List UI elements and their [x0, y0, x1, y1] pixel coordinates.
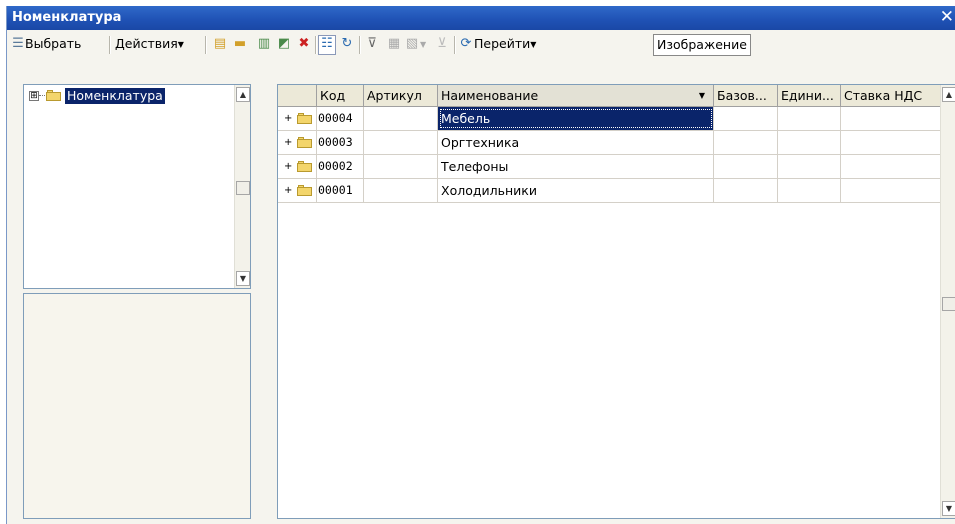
toolbar-separator: [315, 36, 317, 54]
title-bar: Номенклатура ✕: [7, 6, 955, 30]
cell-base-unit[interactable]: [714, 131, 778, 154]
scroll-down-icon[interactable]: ▼: [942, 501, 955, 516]
expand-icon[interactable]: ⊞: [29, 91, 39, 101]
row-marker-cell: [278, 155, 317, 178]
tree-connector: [39, 95, 45, 96]
goto-icon[interactable]: ⟳: [459, 37, 473, 51]
add-icon[interactable]: ▤: [213, 37, 227, 51]
actions-menu[interactable]: Действия▼: [115, 35, 184, 53]
cell-unit[interactable]: [778, 155, 841, 178]
items-table: Код Артикул Наименование ▼ Базов... Едини…: [277, 84, 955, 519]
window-title: Номенклатура: [12, 10, 122, 25]
scroll-thumb[interactable]: [942, 297, 955, 311]
cell-vat-rate[interactable]: [841, 131, 941, 154]
cell-article[interactable]: [364, 179, 438, 202]
cell-name[interactable]: Телефоны: [438, 155, 714, 178]
dropdown-arrow: ▼: [177, 40, 184, 49]
group-tree: ⊞ Номенклатура ▲ ▼: [23, 84, 251, 289]
close-icon[interactable]: ✕: [940, 7, 954, 27]
column-header-vat-rate[interactable]: Ставка НДС: [841, 85, 941, 106]
cell-article[interactable]: [364, 107, 438, 130]
header-marker: [278, 85, 317, 106]
row-marker-cell: [278, 179, 317, 202]
scroll-thumb[interactable]: [236, 181, 250, 195]
select-icon[interactable]: ☰: [11, 37, 25, 51]
hierarchy-icon[interactable]: ◩: [277, 37, 291, 51]
table-row[interactable]: + 00003 Оргтехника: [278, 131, 941, 155]
cell-vat-rate[interactable]: [841, 179, 941, 202]
cell-article[interactable]: [364, 155, 438, 178]
actions-label: Действия: [115, 36, 178, 51]
toolbar-separator: [359, 36, 361, 54]
cell-unit[interactable]: [778, 131, 841, 154]
column-header-unit[interactable]: Едини...: [778, 85, 841, 106]
image-panel: [23, 293, 251, 519]
copy-icon[interactable]: ▥: [257, 37, 271, 51]
cell-code[interactable]: 00003: [317, 131, 364, 154]
history-dropdown[interactable]: ▼: [420, 35, 426, 53]
table-header: Код Артикул Наименование ▼ Базов... Едини…: [278, 85, 941, 107]
delete-mark-icon[interactable]: ✖: [297, 37, 311, 51]
dropdown-arrow: ▼: [530, 40, 537, 49]
toolbar-separator: [454, 36, 456, 54]
column-header-code[interactable]: Код: [317, 85, 364, 106]
cell-code[interactable]: 00004: [317, 107, 364, 130]
refresh-icon[interactable]: ↻: [340, 37, 354, 51]
clear-filter-icon[interactable]: ⊻: [435, 37, 449, 51]
table-scrollbar[interactable]: ▲ ▼: [940, 85, 955, 518]
filter-list-icon[interactable]: ▦: [387, 37, 401, 51]
goto-label: Перейти: [474, 36, 531, 51]
scroll-down-icon[interactable]: ▼: [236, 271, 250, 286]
cell-vat-rate[interactable]: [841, 155, 941, 178]
cell-name[interactable]: Оргтехника: [438, 131, 714, 154]
image-toggle-button[interactable]: Изображение: [653, 34, 751, 56]
tree-mode-icon[interactable]: ☷: [320, 37, 334, 51]
table-row[interactable]: + 00004 Мебель: [278, 107, 941, 131]
add-group-icon[interactable]: ▬: [233, 37, 247, 51]
column-header-article[interactable]: Артикул: [364, 85, 438, 106]
column-header-name-label: Наименование: [441, 88, 539, 103]
cell-unit[interactable]: [778, 179, 841, 202]
toolbar: ☰ Выбрать Действия▼ ▤ ▬ ▥ ◩ ✖ ☷ ↻ ⊽ ▦ ▧ …: [7, 32, 955, 58]
tree-node-label[interactable]: Номенклатура: [65, 88, 165, 104]
history-icon[interactable]: ▧: [405, 37, 419, 51]
select-button[interactable]: Выбрать: [25, 35, 81, 53]
column-header-base-unit[interactable]: Базов...: [714, 85, 778, 106]
cell-name[interactable]: Мебель: [438, 107, 714, 130]
row-marker-cell: [278, 131, 317, 154]
column-header-name[interactable]: Наименование ▼: [438, 85, 714, 106]
cell-unit[interactable]: [778, 107, 841, 130]
cell-base-unit[interactable]: [714, 155, 778, 178]
toolbar-separator: [205, 36, 207, 54]
cell-base-unit[interactable]: [714, 107, 778, 130]
sort-icon: ▼: [698, 91, 705, 100]
cell-article[interactable]: [364, 131, 438, 154]
cell-name[interactable]: Холодильники: [438, 179, 714, 202]
scroll-up-icon[interactable]: ▲: [236, 87, 250, 102]
dropdown-arrow: ▼: [420, 40, 427, 49]
toolbar-separator: [109, 36, 111, 54]
cell-vat-rate[interactable]: [841, 107, 941, 130]
table-row[interactable]: + 00002 Телефоны: [278, 155, 941, 179]
cell-code[interactable]: 00002: [317, 155, 364, 178]
tree-scrollbar[interactable]: ▲ ▼: [234, 85, 250, 288]
folder-icon: [46, 90, 62, 101]
filter-icon[interactable]: ⊽: [365, 37, 379, 51]
row-marker-cell: [278, 107, 317, 130]
scroll-up-icon[interactable]: ▲: [942, 87, 955, 102]
cell-code[interactable]: 00001: [317, 179, 364, 202]
cell-base-unit[interactable]: [714, 179, 778, 202]
table-row[interactable]: + 00001 Холодильники: [278, 179, 941, 203]
catalog-window: Номенклатура ✕ ☰ Выбрать Действия▼ ▤ ▬ ▥…: [6, 6, 955, 524]
goto-menu[interactable]: Перейти▼: [474, 35, 536, 53]
